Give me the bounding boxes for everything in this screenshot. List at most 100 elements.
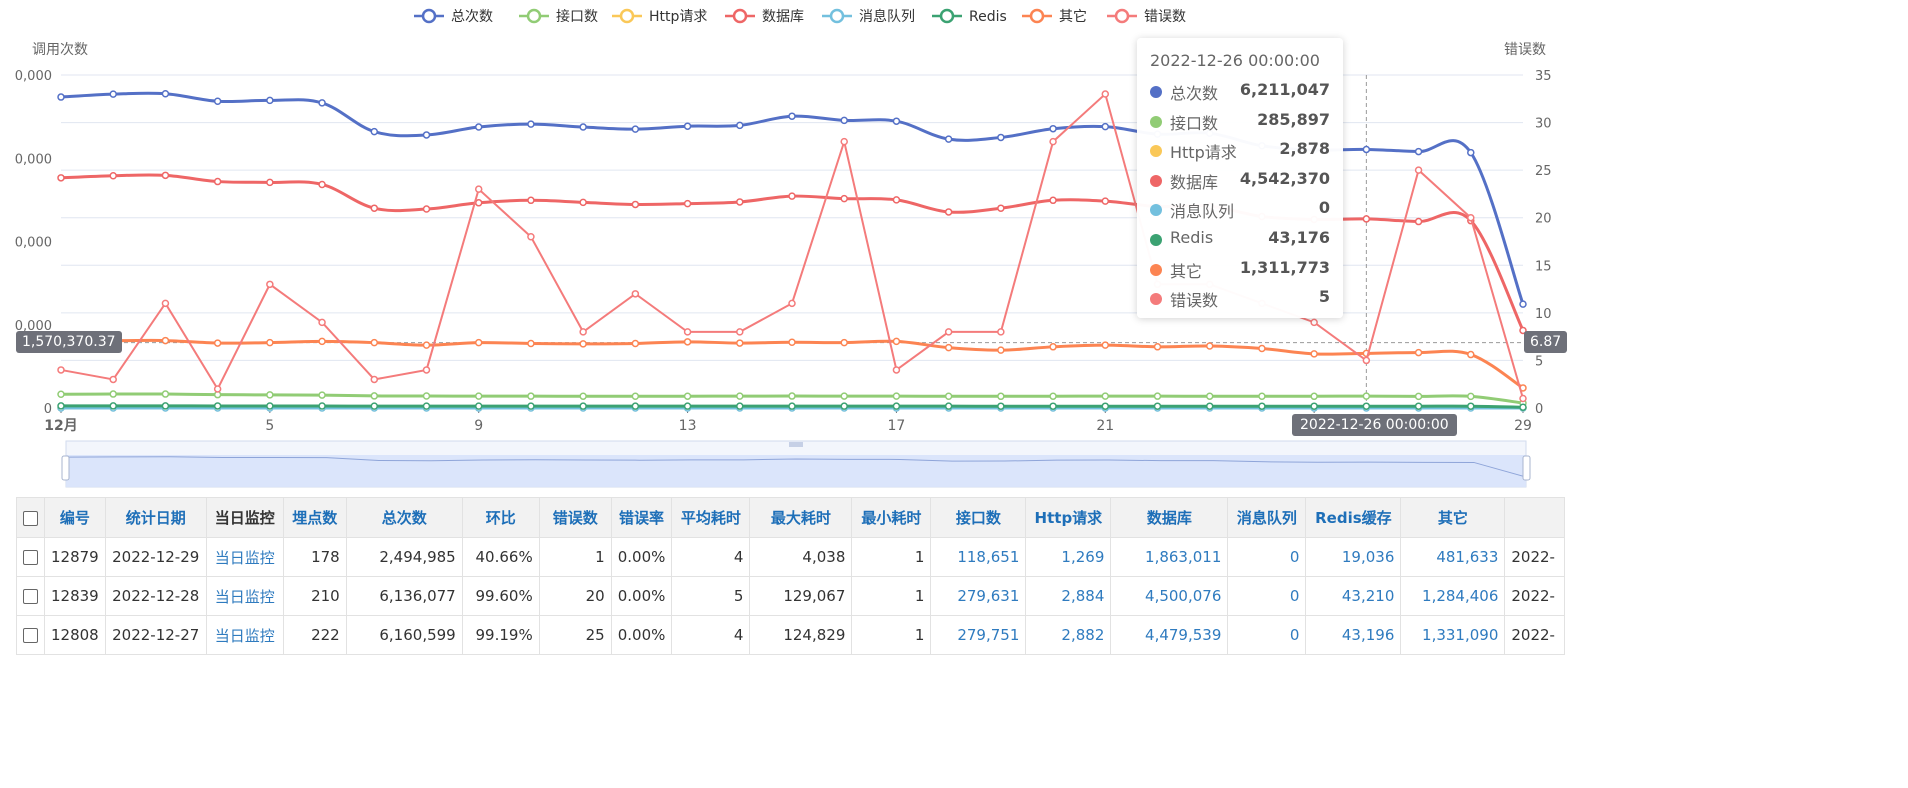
table-cell: 2022- [1504,576,1566,616]
row-checkbox-cell[interactable] [16,615,45,655]
table-cell: 2,494,985 [345,537,463,577]
legend-item-2[interactable]: Http请求 [612,8,707,25]
column-header[interactable]: Redis缓存 [1305,497,1402,538]
series-point [736,339,744,347]
zoom-selection[interactable] [66,455,1526,487]
series-point [370,392,379,400]
tooltip-row: Redis 43,176 [1150,228,1330,250]
legend-item-6[interactable]: 其它 [1022,8,1087,25]
data-zoom-slider[interactable] [61,440,1531,488]
table-cell: 2,884 [1025,576,1112,616]
legend-item-0[interactable]: 总次数 [414,8,493,25]
series-point [579,123,587,131]
left-axis-ticks: 00,0000,0000,0000,000 [15,69,52,417]
series-point [266,391,274,399]
series-point [1258,402,1266,410]
series-point [631,290,640,298]
column-header[interactable]: 统计日期 [104,497,207,538]
series-point [1414,392,1423,401]
series-point [527,339,535,348]
row-checkbox[interactable] [23,589,38,604]
column-header[interactable]: 消息队列 [1227,497,1307,538]
table-cell: 178 [282,537,347,577]
table-cell: 1,863,011 [1110,537,1229,577]
right-tick-label: 35 [1535,69,1552,84]
table-row[interactable]: 12839 2022-12-28 当日监控 210 6,136,077 99.60% 20 0… [16,576,1566,616]
table-cell: 0.00% [610,615,673,655]
column-header[interactable]: 总次数 [345,497,463,538]
tooltip-series-value: 43,176 [1268,228,1330,247]
select-all-checkbox-cell[interactable] [16,497,45,538]
series-point [579,340,587,348]
table-cell: 4,500,076 [1110,576,1229,616]
tooltip-series-value: 4,542,370 [1239,168,1330,188]
table-body: 12879 2022-12-29 当日监控 178 2,494,985 40.66% 1 0.… [16,537,1566,655]
column-header[interactable]: 错误率 [610,497,673,538]
tooltip-series-name: 总次数 [1170,84,1219,103]
tooltip-series-name: 其它 [1170,261,1203,281]
column-header[interactable]: 最小耗时 [851,497,932,538]
column-header[interactable] [1504,497,1566,538]
row-checkbox-cell[interactable] [16,537,45,577]
pointer-left-value-label: 1,570,370.37 [16,331,122,353]
series-point [1101,197,1110,205]
table-cell: 2022-12-28 [104,576,207,616]
column-header[interactable]: 接口数 [930,497,1027,538]
tooltip-row: 消息队列 0 [1150,198,1330,221]
column-header[interactable]: 平均耗时 [671,497,751,538]
series-point [631,200,640,209]
tooltip-title: 2022-12-26 00:00:00 [1150,51,1320,70]
column-header[interactable]: 当日监控 [205,497,284,538]
series-point [997,133,1005,142]
series-point [266,402,274,410]
legend-item-3[interactable]: 数据库 [725,8,804,25]
series-point [161,89,170,98]
column-header[interactable]: 埋点数 [282,497,347,538]
right-tick-label: 5 [1535,354,1543,369]
column-header[interactable]: 数据库 [1110,497,1229,538]
legend-item-1[interactable]: 接口数 [519,8,598,25]
table-cell: 124,829 [749,615,853,655]
table-cell: 12839 [44,576,106,616]
legend-item-4[interactable]: 消息队列 [822,8,915,25]
daily-monitor-link[interactable]: 当日监控 [205,615,284,655]
table-cell: 1 [851,576,932,616]
left-tick-label: 0,000 [15,152,52,167]
row-checkbox[interactable] [23,550,38,565]
series-point [892,196,901,204]
column-header[interactable]: Http请求 [1025,497,1112,538]
legend-marker [619,8,635,24]
table-row[interactable]: 12879 2022-12-29 当日监控 178 2,494,985 40.66% 1 0.… [16,537,1566,577]
table-cell: 2022- [1504,615,1566,655]
series-point [527,196,535,205]
zoom-handle-right[interactable] [1522,455,1531,481]
table-row[interactable]: 12808 2022-12-27 当日监控 222 6,160,599 99.19% 25 0… [16,615,1566,655]
column-header[interactable]: 最大耗时 [749,497,853,538]
row-checkbox-cell[interactable] [16,576,45,616]
row-checkbox[interactable] [23,628,38,643]
legend-label: 其它 [1059,8,1087,25]
table-cell: 25 [538,615,612,655]
series-point [109,402,117,410]
series-point [1310,350,1318,358]
daily-monitor-link[interactable]: 当日监控 [205,576,284,616]
legend-item-5[interactable]: Redis [932,8,1007,25]
column-header[interactable]: 编号 [44,497,106,538]
tooltip-dot [1150,293,1162,306]
daily-monitor-link[interactable]: 当日监控 [205,537,284,577]
select-all-checkbox[interactable] [23,510,38,526]
series-point [631,402,640,410]
series-point [1101,341,1110,349]
column-header[interactable]: 其它 [1400,497,1506,538]
right-axis-name: 错误数 [1504,42,1546,58]
series-point [1414,166,1423,174]
tooltip-row: 其它 1,311,773 [1150,258,1330,281]
legend-item-7[interactable]: 错误数 [1107,8,1186,25]
zoom-handle-left[interactable] [61,455,70,481]
chart-legend[interactable]: 总次数 接口数 Http请求 数据库 消息队列 Redis 其它 错误数 [414,8,1186,25]
zoom-drag-handle[interactable] [789,442,803,447]
series-point [57,93,65,101]
column-header[interactable]: 环比 [461,497,540,538]
series-point [370,375,379,384]
column-header[interactable]: 错误数 [538,497,612,538]
